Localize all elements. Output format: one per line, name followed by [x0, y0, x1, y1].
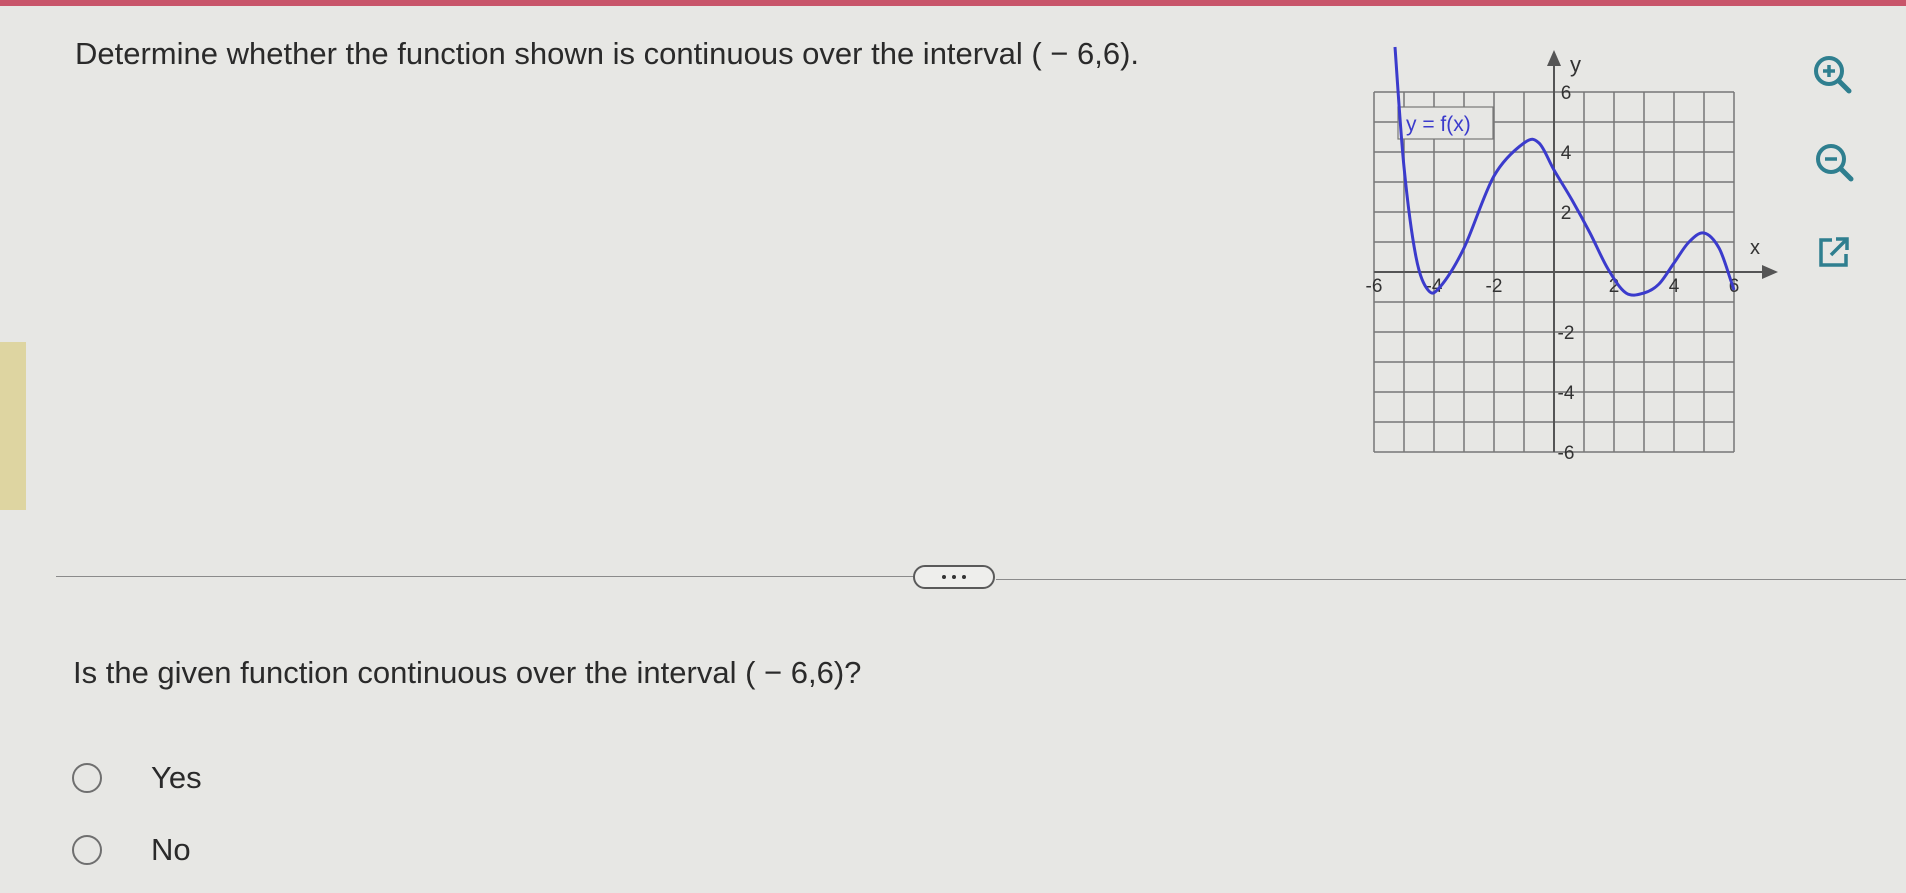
top-accent-bar — [0, 0, 1906, 6]
y-tick-label: -2 — [1558, 323, 1575, 344]
radio-button-yes[interactable] — [72, 763, 102, 793]
option-no-label: No — [151, 832, 191, 867]
zoom-in-glyph — [1814, 56, 1852, 94]
x-tick-label: 4 — [1669, 276, 1680, 297]
x-axis-label: x — [1750, 237, 1760, 259]
more-dot — [952, 575, 956, 579]
y-axis-label: y — [1570, 52, 1581, 77]
x-axis-arrow — [1762, 265, 1778, 279]
y-tick-label: 2 — [1561, 203, 1572, 224]
x-tick-label: -6 — [1366, 276, 1383, 297]
section-divider-left — [56, 576, 916, 577]
option-yes-label: Yes — [151, 760, 202, 795]
section-divider-right — [996, 579, 1906, 580]
radio-button-no[interactable] — [72, 835, 102, 865]
popout-glyph — [1819, 237, 1849, 267]
y-tick-label: -6 — [1558, 443, 1575, 464]
function-label: y = f(x) — [1406, 113, 1471, 136]
zoom-out-glyph — [1816, 144, 1854, 182]
option-yes[interactable]: Yes — [72, 758, 202, 798]
open-in-new-window-icon[interactable] — [1810, 228, 1858, 276]
option-no[interactable]: No — [72, 830, 191, 870]
zoom-out-icon[interactable] — [1810, 138, 1858, 186]
y-tick-label: 4 — [1561, 143, 1572, 164]
question-prompt: Determine whether the function shown is … — [75, 36, 1140, 71]
y-axis-arrow — [1547, 50, 1561, 66]
left-side-marker — [0, 342, 26, 510]
y-tick-label: -4 — [1558, 383, 1575, 404]
function-graph: x y -6 -4 -2 2 4 6 6 4 2 -2 -4 -6 y = f(x) — [1362, 44, 1792, 474]
function-graph-svg: xy-6 -4 -2 2 4 6642-2-4-6y = f(x) — [1366, 46, 1778, 464]
more-dot — [962, 575, 966, 579]
expand-collapse-button[interactable] — [913, 565, 995, 589]
y-tick-label: 6 — [1561, 83, 1572, 104]
zoom-in-icon[interactable] — [1808, 50, 1856, 98]
more-dot — [942, 575, 946, 579]
x-tick-label: -2 — [1486, 276, 1503, 297]
sub-question-prompt: Is the given function continuous over th… — [73, 655, 862, 690]
